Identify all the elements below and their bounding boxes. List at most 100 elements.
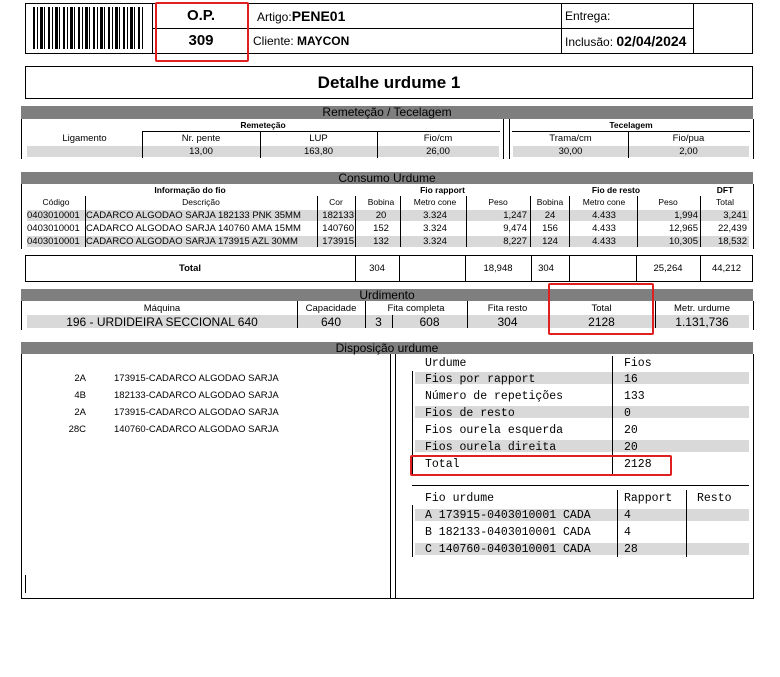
fio-row-name: C 140760-0403010001 CADA bbox=[425, 543, 591, 556]
col-total-dft: Total bbox=[716, 197, 734, 207]
disposicao-pos: 2A bbox=[74, 373, 86, 384]
col-codigo: Código bbox=[42, 197, 70, 207]
urdume-row-value: 16 bbox=[624, 373, 638, 386]
disposicao-item: 182133-CADARCO ALGODAO SARJA bbox=[114, 390, 279, 401]
fio-row-rapport: 4 bbox=[624, 509, 631, 522]
urdume-row-label: Fios ourela esquerda bbox=[425, 424, 564, 437]
trama-cm-value: 30,00 bbox=[558, 146, 583, 157]
remetecao-bar: Remeteção / Tecelagem bbox=[21, 106, 753, 119]
urdume-row-value: 0 bbox=[624, 407, 631, 420]
urdume-header: Urdume bbox=[425, 357, 467, 370]
urdimento-total-highlight bbox=[548, 283, 654, 335]
col-descricao: Descrição bbox=[182, 197, 220, 207]
lup-value: 163,80 bbox=[303, 146, 334, 157]
artigo-label: Artigo: bbox=[257, 10, 292, 24]
capacidade-value: 640 bbox=[320, 315, 342, 329]
consumo-cell: 0403010001 bbox=[27, 210, 80, 221]
disposicao-bar: Disposição urdume bbox=[21, 342, 753, 354]
total-dft: 44,212 bbox=[711, 263, 742, 274]
urdume-row-label: Fios por rapport bbox=[425, 373, 536, 386]
fita-resto-header: Fita resto bbox=[487, 303, 528, 314]
disposicao-item: 140760-CADARCO ALGODAO SARJA bbox=[114, 424, 279, 435]
col-peso-rapport: Peso bbox=[488, 197, 508, 207]
tecelagem-group: Tecelagem bbox=[609, 120, 653, 130]
consumo-cell: 22,439 bbox=[717, 223, 747, 234]
consumo-cell: 18,532 bbox=[717, 236, 747, 247]
maquina-header: Máquina bbox=[143, 303, 181, 314]
consumo-cell: 10,305 bbox=[668, 236, 698, 247]
consumo-cell: 152 bbox=[373, 223, 389, 234]
metr-urdume-header: Metr. urdume bbox=[674, 303, 730, 314]
cliente-value: MAYCON bbox=[297, 34, 350, 48]
fita-count-value: 3 bbox=[375, 315, 382, 329]
urdume-row-label: Fios de resto bbox=[425, 407, 515, 420]
nr-pente-header: Nr. pente bbox=[181, 133, 221, 144]
nr-pente-value: 13,00 bbox=[189, 146, 213, 157]
fita-resto-value: 304 bbox=[497, 315, 518, 329]
urdume-row-value: 133 bbox=[624, 390, 645, 403]
info-fio-group: Informação do fio bbox=[154, 185, 226, 195]
fio-urdume-header: Fio urdume bbox=[425, 492, 495, 505]
consumo-cell: 173915 bbox=[322, 236, 354, 247]
disposicao-item: 173915-CADARCO ALGODAO SARJA bbox=[114, 407, 279, 418]
fita-completa-header: Fita completa bbox=[387, 303, 445, 314]
urdume-row-label: Fios ourela direita bbox=[425, 441, 557, 454]
col-cor: Cor bbox=[329, 197, 343, 207]
col-metro-cone-rapport: Metro cone bbox=[413, 197, 457, 207]
consumo-cell: 3.324 bbox=[423, 223, 447, 234]
col-bobina-rapport: Bobina bbox=[367, 197, 395, 207]
total-bobina-rapport: 304 bbox=[369, 263, 385, 274]
artigo-value: PENE01 bbox=[291, 8, 346, 24]
consumo-cell: 1,247 bbox=[503, 210, 527, 221]
urdume-total-highlight bbox=[410, 455, 672, 476]
fio-cm-header: Fio/cm bbox=[423, 133, 453, 144]
col-peso-resto: Peso bbox=[658, 197, 678, 207]
consumo-cell: CADARCO ALGODAO SARJA 173915 AZL 30MM bbox=[86, 236, 298, 247]
urdume-row-value: 20 bbox=[624, 424, 638, 437]
total-peso-rapport: 18,948 bbox=[483, 263, 513, 274]
consumo-cell: 0403010001 bbox=[27, 236, 80, 247]
fio-cm-value: 26,00 bbox=[426, 146, 450, 157]
disposicao-pos: 4B bbox=[74, 390, 86, 401]
disposicao-pos: 2A bbox=[74, 407, 86, 418]
inclusao-label: Inclusão: bbox=[565, 35, 614, 49]
entrega-label: Entrega: bbox=[565, 9, 611, 23]
resto-header: Resto bbox=[697, 492, 732, 505]
col-metro-cone-resto: Metro cone bbox=[582, 197, 626, 207]
consumo-cell: CADARCO ALGODAO SARJA 182133 PNK 35MM bbox=[86, 210, 301, 221]
consumo-cell: 124 bbox=[542, 236, 558, 247]
consumo-cell: CADARCO ALGODAO SARJA 140760 AMA 15MM bbox=[86, 223, 301, 234]
total-peso-resto: 25,264 bbox=[653, 263, 683, 274]
urdume-row-label: Número de repetições bbox=[425, 390, 564, 403]
cliente-label: Cliente: bbox=[253, 34, 294, 48]
remetecao-group: Remeteção bbox=[240, 120, 286, 130]
consumo-cell: 24 bbox=[544, 210, 556, 221]
fio-resto-group: Fio de resto bbox=[591, 185, 641, 195]
dft-group: DFT bbox=[716, 185, 734, 195]
total-bobina-resto: 304 bbox=[538, 263, 554, 274]
page-title: Detalhe urdume 1 bbox=[317, 73, 461, 92]
barcode bbox=[33, 7, 145, 49]
consumo-cell: 8,227 bbox=[503, 236, 527, 247]
consumo-cell: 1,994 bbox=[674, 210, 698, 221]
inclusao-value: 02/04/2024 bbox=[616, 33, 687, 49]
trama-cm-header: Trama/cm bbox=[549, 133, 592, 144]
metr-urdume-value: 1.131,736 bbox=[675, 315, 729, 329]
lup-header: LUP bbox=[309, 133, 328, 144]
rapport-header: Rapport bbox=[624, 492, 673, 505]
total-label: Total bbox=[179, 263, 201, 274]
fio-row-name: A 173915-0403010001 CADA bbox=[425, 509, 591, 522]
fio-pua-value: 2,00 bbox=[679, 146, 698, 157]
consumo-cell: 182133 bbox=[322, 210, 354, 221]
consumo-cell: 140760 bbox=[322, 223, 354, 234]
consumo-cell: 12,965 bbox=[668, 223, 698, 234]
disposicao-item: 173915-CADARCO ALGODAO SARJA bbox=[114, 373, 279, 384]
consumo-cell: 4.433 bbox=[592, 223, 616, 234]
fita-completa-value: 608 bbox=[419, 315, 440, 329]
consumo-cell: 156 bbox=[542, 223, 558, 234]
consumo-cell: 132 bbox=[373, 236, 389, 247]
disposicao-pos: 28C bbox=[68, 424, 86, 435]
col-bobina-resto: Bobina bbox=[536, 197, 564, 207]
fio-row-rapport: 28 bbox=[624, 543, 638, 556]
consumo-bar: Consumo Urdume bbox=[21, 172, 753, 184]
